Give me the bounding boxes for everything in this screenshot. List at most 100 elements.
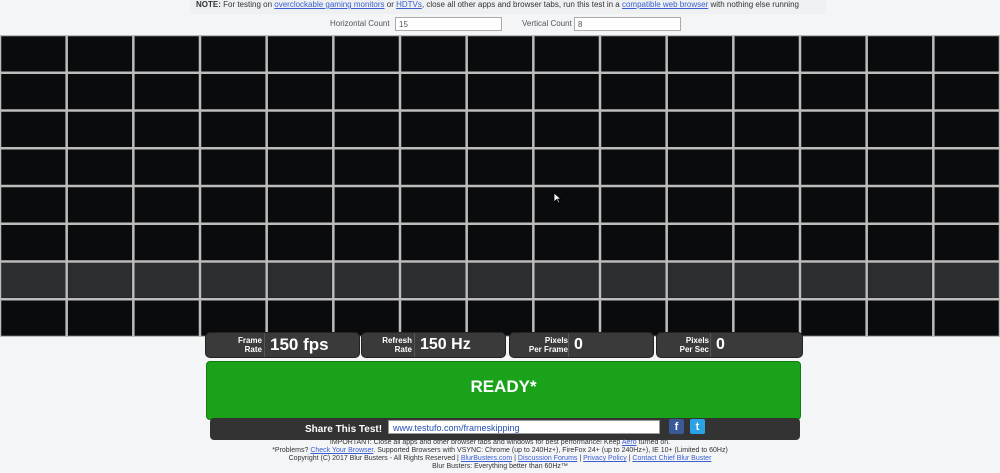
grid-cell bbox=[934, 225, 999, 260]
footer: IMPORTANT: Close all apps and other brow… bbox=[0, 439, 1000, 471]
grid-cell bbox=[468, 112, 532, 147]
grid-cell bbox=[201, 263, 266, 298]
check-browser-link[interactable]: Check Your Browser bbox=[310, 447, 373, 454]
grid-cell bbox=[934, 187, 999, 223]
grid-cell bbox=[668, 112, 732, 147]
grid-cell bbox=[801, 225, 866, 260]
pixels-per-frame-label-line1: Pixels bbox=[544, 336, 568, 345]
grid-cell bbox=[534, 74, 599, 109]
grid-cell bbox=[734, 149, 799, 185]
grid-cell bbox=[868, 225, 932, 260]
note-text: with nothing else running bbox=[708, 0, 799, 9]
grid-cell bbox=[601, 149, 666, 185]
grid-cell bbox=[334, 263, 399, 298]
grid-cell bbox=[268, 225, 332, 260]
note-text: , close all other apps and browser tabs,… bbox=[421, 0, 622, 9]
grid-cell bbox=[334, 187, 399, 223]
grid-cell bbox=[668, 149, 732, 185]
twitter-icon[interactable]: t bbox=[690, 419, 705, 434]
refresh-rate-panel: Refresh Rate 150 Hz bbox=[361, 332, 506, 358]
grid-cell bbox=[134, 187, 199, 223]
privacy-policy-link[interactable]: Privacy Policy bbox=[583, 455, 627, 462]
grid-cell bbox=[201, 74, 266, 109]
grid-cell bbox=[401, 149, 466, 185]
footer-supported-text: . Supported Browsers with VSYNC: Chrome … bbox=[373, 447, 728, 454]
testufo-page: NOTE: For testing on overclockable gamin… bbox=[0, 0, 1000, 473]
overclockable-monitors-link[interactable]: overclockable gaming monitors bbox=[274, 0, 384, 9]
compatible-browser-link[interactable]: compatible web browser bbox=[622, 0, 708, 9]
grid-cell bbox=[134, 263, 199, 298]
footer-tagline: Blur Busters: Everything better than 60H… bbox=[432, 463, 568, 470]
grid-cell bbox=[201, 36, 266, 72]
grid-cell bbox=[601, 300, 666, 336]
note-text: or bbox=[384, 0, 397, 9]
mouse-cursor-icon bbox=[553, 192, 562, 204]
frame-rate-label: Frame Rate bbox=[212, 336, 262, 354]
grid-cell bbox=[868, 74, 932, 109]
frame-rate-panel: Frame Rate 150 fps bbox=[205, 332, 360, 358]
share-url-field[interactable]: www.testufo.com/frameskipping bbox=[388, 420, 660, 434]
count-controls: Horizontal Count 15 Vertical Count 8 bbox=[0, 17, 1000, 35]
grid-cell bbox=[468, 74, 532, 109]
pixels-per-sec-value: 0 bbox=[710, 333, 806, 357]
footer-important-end: turned on. bbox=[636, 439, 671, 446]
grid-cell bbox=[601, 263, 666, 298]
grid-cell bbox=[801, 300, 866, 336]
grid-cell bbox=[334, 36, 399, 72]
grid-cell bbox=[334, 112, 399, 147]
hdtvs-link[interactable]: HDTVs bbox=[396, 0, 422, 9]
grid-cell bbox=[734, 263, 799, 298]
grid-cell bbox=[268, 74, 332, 109]
frame-skipping-grid bbox=[0, 35, 1000, 337]
grid-cell bbox=[334, 74, 399, 109]
facebook-icon[interactable]: f bbox=[669, 419, 684, 434]
grid-cell bbox=[801, 74, 866, 109]
pixels-per-frame-label: Pixels Per Frame bbox=[514, 336, 568, 354]
grid-cell bbox=[1, 36, 66, 72]
grid-cell bbox=[534, 149, 599, 185]
share-bar: Share This Test! www.testufo.com/framesk… bbox=[210, 418, 800, 440]
discussion-forums-link[interactable]: Discussion Forums bbox=[518, 455, 578, 462]
grid-cell bbox=[201, 225, 266, 260]
pixels-per-frame-value: 0 bbox=[568, 333, 658, 357]
grid-cell bbox=[201, 149, 266, 185]
grid-cell bbox=[601, 36, 666, 72]
grid-cell bbox=[668, 74, 732, 109]
grid-cell bbox=[1, 300, 66, 336]
pixels-per-sec-label: Pixels Per Sec bbox=[661, 336, 709, 354]
grid-cell bbox=[1, 74, 66, 109]
grid-canvas bbox=[0, 35, 1000, 337]
grid-cell bbox=[468, 263, 532, 298]
grid-cell bbox=[534, 36, 599, 72]
grid-cell bbox=[468, 149, 532, 185]
aero-link[interactable]: Aero bbox=[622, 439, 637, 446]
grid-cell bbox=[934, 263, 999, 298]
grid-cell bbox=[734, 300, 799, 336]
horizontal-count-input[interactable]: 15 bbox=[395, 17, 502, 31]
grid-cell bbox=[801, 187, 866, 223]
grid-cell bbox=[68, 112, 132, 147]
grid-cell bbox=[668, 225, 732, 260]
grid-cell bbox=[934, 149, 999, 185]
grid-cell bbox=[801, 263, 866, 298]
grid-cell bbox=[401, 187, 466, 223]
grid-cell bbox=[534, 187, 599, 223]
contact-link[interactable]: Contact Chief Blur Buster bbox=[632, 455, 711, 462]
refresh-rate-value: 150 Hz bbox=[414, 333, 510, 357]
grid-cell bbox=[868, 149, 932, 185]
grid-cell bbox=[68, 187, 132, 223]
grid-cell bbox=[68, 36, 132, 72]
grid-cell bbox=[734, 225, 799, 260]
grid-cell bbox=[1, 187, 66, 223]
refresh-rate-label: Refresh Rate bbox=[368, 336, 412, 354]
grid-cell bbox=[268, 187, 332, 223]
grid-cell bbox=[268, 112, 332, 147]
note-banner: NOTE: For testing on overclockable gamin… bbox=[190, 0, 826, 14]
grid-cell bbox=[734, 187, 799, 223]
grid-cell bbox=[868, 36, 932, 72]
vertical-count-input[interactable]: 8 bbox=[574, 17, 681, 31]
footer-important: IMPORTANT: Close all apps and other brow… bbox=[0, 439, 1000, 447]
grid-cell bbox=[801, 36, 866, 72]
frame-rate-label-line2: Rate bbox=[244, 345, 262, 354]
blurbusters-link[interactable]: BlurBusters.com bbox=[461, 455, 512, 462]
